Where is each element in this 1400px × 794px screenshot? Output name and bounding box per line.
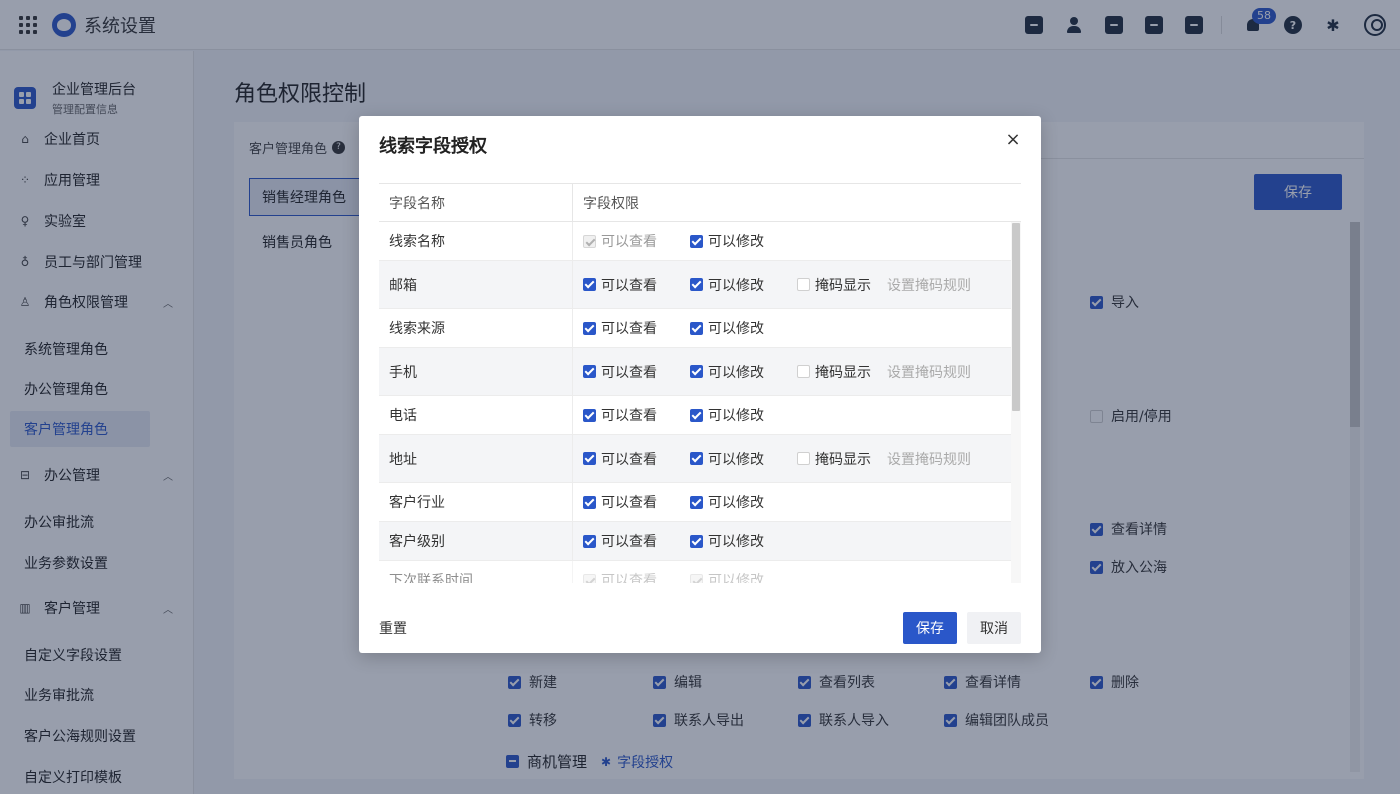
checkbox-disabled xyxy=(583,573,596,583)
view-permission[interactable]: 可以查看 xyxy=(583,570,690,583)
checkbox-checked[interactable] xyxy=(583,495,596,509)
mask-rule-link: 设置掩码规则 xyxy=(887,277,971,294)
table-row: 地址 可以查看 可以修改 掩码显示 设置掩码规则 xyxy=(379,435,1011,483)
table-header: 字段名称 字段权限 xyxy=(379,183,1021,222)
field-auth-dialog: 线索字段授权 × 字段名称 字段权限 线索名称 可以查看 可以修改 邮箱 可以查… xyxy=(359,116,1041,653)
view-permission[interactable]: 可以查看 xyxy=(583,492,690,512)
checkbox-checked[interactable] xyxy=(690,452,703,465)
column-header-field: 字段名称 xyxy=(379,183,573,222)
field-name: 客户级别 xyxy=(379,522,573,560)
field-name: 线索名称 xyxy=(379,222,573,260)
checkbox-disabled xyxy=(583,234,596,248)
checkbox-checked[interactable] xyxy=(690,234,703,248)
checkbox-unchecked[interactable] xyxy=(797,452,810,465)
close-icon[interactable]: × xyxy=(1003,130,1023,150)
field-name: 客户行业 xyxy=(379,483,573,521)
checkbox-checked[interactable] xyxy=(583,534,596,548)
field-permission-table: 字段名称 字段权限 线索名称 可以查看 可以修改 邮箱 可以查看 可以修改 掩码… xyxy=(379,183,1021,583)
field-name: 邮箱 xyxy=(379,261,573,308)
edit-permission[interactable]: 可以修改 xyxy=(690,570,797,583)
checkbox-unchecked[interactable] xyxy=(797,278,810,291)
field-name: 下次联系时间 xyxy=(379,561,573,583)
edit-permission[interactable]: 可以修改 xyxy=(690,231,797,251)
table-row: 手机 可以查看 可以修改 掩码显示 设置掩码规则 xyxy=(379,348,1011,396)
edit-permission[interactable]: 可以修改 xyxy=(690,405,797,425)
checkbox-checked[interactable] xyxy=(690,278,703,291)
checkbox-checked[interactable] xyxy=(583,365,596,378)
edit-permission[interactable]: 可以修改 xyxy=(690,362,797,382)
field-name: 手机 xyxy=(379,348,573,395)
edit-permission[interactable]: 可以修改 xyxy=(690,492,797,512)
mask-permission[interactable]: 掩码显示 xyxy=(797,449,887,469)
reset-button[interactable]: 重置 xyxy=(379,618,407,638)
view-permission[interactable]: 可以查看 xyxy=(583,531,690,551)
edit-permission[interactable]: 可以修改 xyxy=(690,318,797,338)
dialog-scroll-thumb[interactable] xyxy=(1012,223,1020,411)
mask-permission[interactable]: 掩码显示 xyxy=(797,275,887,295)
mask-rule-link: 设置掩码规则 xyxy=(887,451,971,468)
field-name: 线索来源 xyxy=(379,309,573,347)
table-row: 邮箱 可以查看 可以修改 掩码显示 设置掩码规则 xyxy=(379,261,1011,309)
table-row: 下次联系时间 可以查看 可以修改 xyxy=(379,561,1011,583)
checkbox-checked[interactable] xyxy=(690,365,703,378)
field-name: 地址 xyxy=(379,435,573,482)
checkbox-unchecked[interactable] xyxy=(797,365,810,378)
mask-rule-link: 设置掩码规则 xyxy=(887,364,971,381)
table-body: 线索名称 可以查看 可以修改 邮箱 可以查看 可以修改 掩码显示 设置掩码规则 … xyxy=(379,222,1011,583)
edit-permission[interactable]: 可以修改 xyxy=(690,449,797,469)
dialog-title: 线索字段授权 xyxy=(379,136,487,157)
checkbox-checked[interactable] xyxy=(690,321,703,335)
table-row: 电话 可以查看 可以修改 xyxy=(379,396,1011,435)
table-row: 客户级别 可以查看 可以修改 xyxy=(379,522,1011,561)
checkbox-checked[interactable] xyxy=(583,408,596,422)
checkbox-checked[interactable] xyxy=(690,408,703,422)
edit-permission[interactable]: 可以修改 xyxy=(690,275,797,295)
table-row: 线索名称 可以查看 可以修改 xyxy=(379,222,1011,261)
view-permission[interactable]: 可以查看 xyxy=(583,275,690,295)
view-permission[interactable]: 可以查看 xyxy=(583,405,690,425)
view-permission[interactable]: 可以查看 xyxy=(583,318,690,338)
dialog-save-button[interactable]: 保存 xyxy=(903,612,957,644)
column-header-permission: 字段权限 xyxy=(583,195,639,212)
table-row: 客户行业 可以查看 可以修改 xyxy=(379,483,1011,522)
checkbox-checked[interactable] xyxy=(583,452,596,465)
view-permission[interactable]: 可以查看 xyxy=(583,362,690,382)
field-name: 电话 xyxy=(379,396,573,434)
dialog-cancel-button[interactable]: 取消 xyxy=(967,612,1021,644)
mask-permission[interactable]: 掩码显示 xyxy=(797,362,887,382)
checkbox-disabled xyxy=(690,573,703,583)
checkbox-checked[interactable] xyxy=(583,321,596,335)
checkbox-checked[interactable] xyxy=(583,278,596,291)
edit-permission[interactable]: 可以修改 xyxy=(690,531,797,551)
view-permission[interactable]: 可以查看 xyxy=(583,231,690,251)
table-row: 线索来源 可以查看 可以修改 xyxy=(379,309,1011,348)
checkbox-checked[interactable] xyxy=(690,534,703,548)
view-permission[interactable]: 可以查看 xyxy=(583,449,690,469)
checkbox-checked[interactable] xyxy=(690,495,703,509)
